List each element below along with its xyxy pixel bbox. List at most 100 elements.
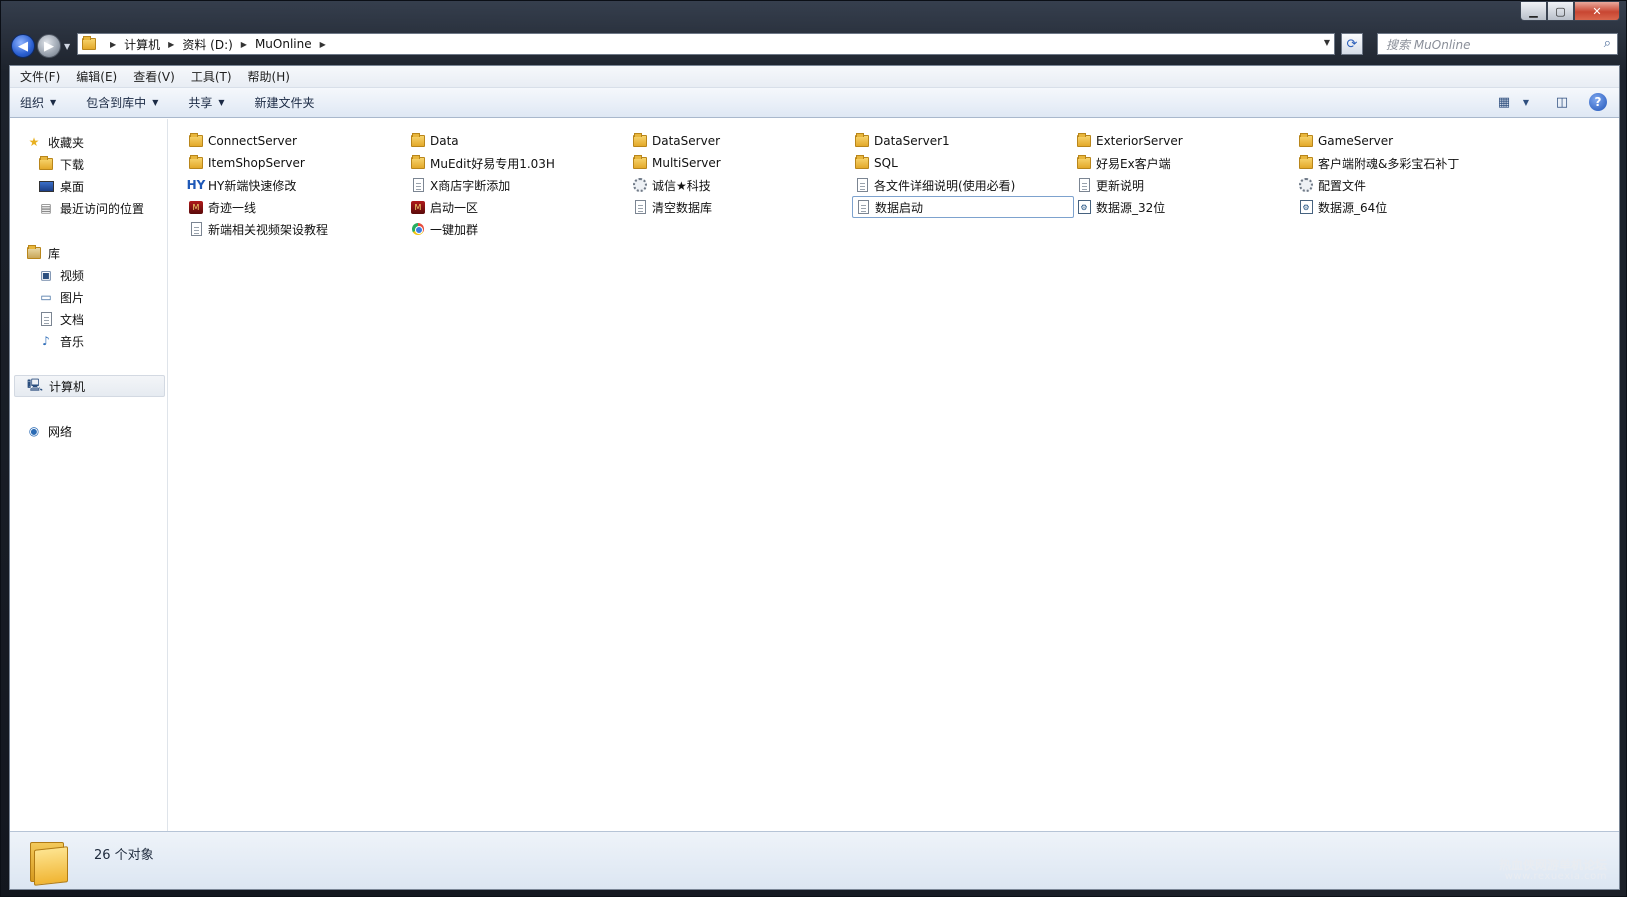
view-options-dropdown[interactable]: ▼ [1517, 94, 1535, 110]
file-item[interactable]: HY HY新端快速修改 [186, 174, 408, 196]
breadcrumb-separator[interactable]: ▶ [241, 40, 247, 49]
file-item[interactable]: 清空数据库 [630, 196, 852, 218]
nav-music[interactable]: ♪ 音乐 [10, 330, 167, 352]
folder-icon [82, 36, 96, 50]
file-item[interactable]: ExteriorServer [1074, 130, 1296, 152]
refresh-button[interactable]: ⟳ [1341, 33, 1363, 55]
file-item[interactable]: 配置文件 [1296, 174, 1518, 196]
share-button[interactable]: 共享 ▼ [188, 94, 224, 111]
nav-network[interactable]: ◉ 网络 [10, 420, 167, 442]
view-options-icon[interactable]: ▦ [1495, 94, 1513, 110]
nav-videos[interactable]: ▣ 视频 [10, 264, 167, 286]
nav-computer[interactable]: 🖳 计算机 [14, 375, 165, 397]
maximize-button[interactable]: ▢ [1547, 2, 1574, 21]
file-item[interactable]: 数据启动 [852, 196, 1074, 218]
network-icon: ◉ [28, 424, 40, 438]
breadcrumb-computer[interactable]: 计算机 [124, 36, 160, 53]
close-button[interactable]: ✕ [1574, 2, 1620, 21]
file-item[interactable]: ⚙ 数据源_32位 [1074, 196, 1296, 218]
file-name: MuEdit好易专用1.03H [430, 156, 555, 171]
menu-edit[interactable]: 编辑(E) [76, 68, 117, 85]
file-item[interactable]: MuEdit好易专用1.03H [408, 152, 630, 174]
folder-icon [1076, 155, 1092, 171]
file-item[interactable]: 一键加群 [408, 218, 630, 240]
preview-pane-icon[interactable]: ◫ [1553, 94, 1571, 110]
file-item[interactable]: DataServer [630, 130, 852, 152]
explorer-body: ★ 收藏夹 下载 桌面 ▤ 最近访问的位置 库 ▣ 视频 ▭ 图片 文档 ♪ 音… [10, 119, 1619, 831]
recent-pages-dropdown[interactable]: ▼ [64, 42, 70, 51]
nav-libraries-label: 库 [48, 246, 61, 261]
organize-label: 组织 [20, 96, 45, 110]
recent-places-icon: ▤ [40, 201, 52, 215]
address-history-dropdown[interactable]: ▼ [1324, 38, 1330, 47]
file-name: Data [430, 134, 459, 148]
organize-button[interactable]: 组织 ▼ [20, 94, 56, 111]
file-name: MultiServer [652, 156, 721, 170]
menu-file[interactable]: 文件(F) [20, 68, 60, 85]
include-in-library-button[interactable]: 包含到库中 ▼ [86, 94, 158, 111]
file-item[interactable]: ItemShopServer [186, 152, 408, 174]
file-item[interactable]: GameServer [1296, 130, 1518, 152]
nav-computer-label: 计算机 [49, 379, 86, 394]
search-icon[interactable]: ⌕ [1604, 36, 1611, 51]
app-red-icon: M [188, 199, 204, 215]
file-item[interactable]: 客户端附魂&多彩宝石补丁 [1296, 152, 1518, 174]
menu-help[interactable]: 帮助(H) [248, 68, 290, 85]
folder-icon [410, 133, 426, 149]
nav-recent-places[interactable]: ▤ 最近访问的位置 [10, 197, 167, 219]
new-folder-button[interactable]: 新建文件夹 [255, 94, 315, 111]
minimize-button[interactable]: ▁ [1520, 2, 1547, 21]
breadcrumb-drive[interactable]: 资料 (D:) [182, 36, 232, 53]
address-bar[interactable]: ▶ 计算机 ▶ 资料 (D:) ▶ MuOnline ▶ ▼ [77, 33, 1335, 55]
nav-documents[interactable]: 文档 [10, 308, 167, 330]
nav-documents-label: 文档 [60, 312, 85, 327]
nav-favorites[interactable]: ★ 收藏夹 [10, 131, 167, 153]
folder-icon [410, 155, 426, 171]
nav-libraries[interactable]: 库 [10, 242, 167, 264]
dll-icon: ⚙ [1076, 199, 1092, 215]
file-item[interactable]: 更新说明 [1074, 174, 1296, 196]
file-item[interactable]: M 奇迹一线 [186, 196, 408, 218]
nav-downloads-label: 下载 [60, 157, 85, 172]
file-item[interactable]: Data [408, 130, 630, 152]
nav-desktop-label: 桌面 [60, 179, 85, 194]
file-name: GameServer [1318, 134, 1394, 148]
nav-videos-label: 视频 [60, 268, 85, 283]
library-icon [26, 245, 42, 260]
file-item[interactable]: M 启动一区 [408, 196, 630, 218]
back-button[interactable]: ◀ [11, 34, 35, 58]
video-icon: ▣ [40, 268, 52, 282]
item-count: 26 个对象 [94, 848, 154, 863]
nav-downloads[interactable]: 下载 [10, 153, 167, 175]
doc-icon [854, 177, 870, 193]
nav-favorites-label: 收藏夹 [48, 135, 85, 150]
file-list-pane[interactable]: ConnectServer Data DataServer DataServer1 Ex… [168, 119, 1619, 831]
app-red-icon: M [410, 199, 426, 215]
file-item[interactable]: 新端相关视频架设教程 [186, 218, 408, 240]
nav-desktop[interactable]: 桌面 [10, 175, 167, 197]
navigation-pane: ★ 收藏夹 下载 桌面 ▤ 最近访问的位置 库 ▣ 视频 ▭ 图片 文档 ♪ 音… [10, 119, 168, 831]
folder-icon [1298, 155, 1314, 171]
breadcrumb-separator[interactable]: ▶ [110, 40, 116, 49]
search-input[interactable]: 搜索 MuOnline ⌕ [1377, 33, 1618, 55]
file-item[interactable]: SQL [852, 152, 1074, 174]
nav-pictures[interactable]: ▭ 图片 [10, 286, 167, 308]
file-item[interactable]: MultiServer [630, 152, 852, 174]
breadcrumb-muonline[interactable]: MuOnline [255, 37, 312, 51]
file-name: 数据源_32位 [1096, 200, 1166, 215]
file-item[interactable]: DataServer1 [852, 130, 1074, 152]
file-item[interactable]: 好易Ex客户端 [1074, 152, 1296, 174]
breadcrumb-separator[interactable]: ▶ [168, 40, 174, 49]
file-item[interactable]: X商店字断添加 [408, 174, 630, 196]
folder-icon [188, 133, 204, 149]
help-icon[interactable]: ? [1589, 93, 1607, 111]
doc-icon [855, 199, 871, 215]
file-item[interactable]: ⚙ 数据源_64位 [1296, 196, 1518, 218]
file-item[interactable]: 各文件详细说明(使用必看) [852, 174, 1074, 196]
forward-button[interactable]: ▶ [37, 34, 61, 58]
file-item[interactable]: 诚信★科技 [630, 174, 852, 196]
menu-tools[interactable]: 工具(T) [191, 68, 232, 85]
menu-view[interactable]: 查看(V) [133, 68, 175, 85]
breadcrumb-separator[interactable]: ▶ [320, 40, 326, 49]
file-item[interactable]: ConnectServer [186, 130, 408, 152]
